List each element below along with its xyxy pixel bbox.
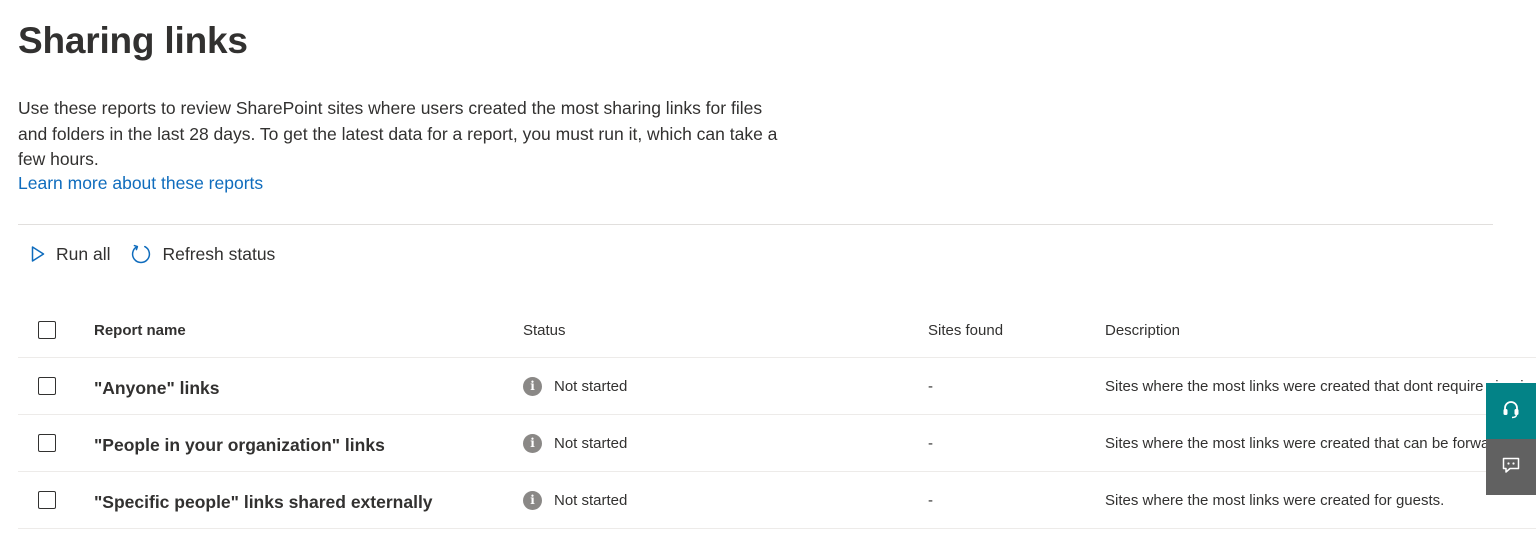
column-header-report-name[interactable]: Report name — [94, 322, 186, 339]
page-title: Sharing links — [18, 20, 248, 61]
page-description: Use these reports to review SharePoint s… — [18, 98, 778, 169]
table-row[interactable]: "Anyone" links i Not started - Sites whe… — [18, 358, 1536, 415]
support-button[interactable] — [1486, 383, 1536, 439]
report-status: Not started — [554, 434, 628, 452]
sites-found: - — [928, 377, 933, 395]
row-checkbox[interactable] — [38, 491, 56, 509]
headset-icon — [1500, 398, 1522, 425]
run-all-label: Run all — [56, 243, 111, 264]
info-icon: i — [523, 376, 542, 396]
report-description: Sites where the most links were created … — [1105, 434, 1520, 452]
reports-table: Report name Status Sites found Descripti… — [18, 303, 1536, 529]
report-name[interactable]: "People in your organization" links — [94, 431, 385, 456]
row-checkbox[interactable] — [38, 377, 56, 395]
learn-more-link[interactable]: Learn more about these reports — [18, 173, 263, 194]
refresh-status-label: Refresh status — [162, 243, 276, 264]
feedback-button[interactable] — [1486, 439, 1536, 495]
report-status: Not started — [554, 377, 628, 395]
row-checkbox[interactable] — [38, 434, 56, 452]
info-icon: i — [523, 490, 542, 510]
table-row[interactable]: "Specific people" links shared externall… — [18, 472, 1536, 529]
play-icon — [30, 245, 46, 263]
refresh-icon — [130, 243, 152, 265]
column-header-status[interactable]: Status — [523, 322, 566, 339]
run-all-button[interactable]: Run all — [30, 240, 110, 268]
report-name[interactable]: "Specific people" links shared externall… — [94, 488, 433, 513]
command-bar: Run all Refresh status — [30, 240, 295, 268]
select-all-checkbox[interactable] — [38, 321, 56, 339]
column-header-sites-found[interactable]: Sites found — [928, 322, 1003, 339]
table-header-row: Report name Status Sites found Descripti… — [18, 303, 1536, 358]
sharing-links-page: Sharing links Use these reports to revie… — [18, 0, 1536, 543]
column-header-description[interactable]: Description — [1105, 322, 1180, 339]
report-description: Sites where the most links were created … — [1105, 491, 1445, 509]
sites-found: - — [928, 491, 933, 509]
refresh-status-button[interactable]: Refresh status — [130, 240, 275, 268]
table-row[interactable]: "People in your organization" links i No… — [18, 415, 1536, 472]
feedback-icon — [1500, 454, 1522, 481]
report-description: Sites where the most links were created … — [1105, 377, 1532, 395]
report-status: Not started — [554, 491, 628, 509]
info-icon: i — [523, 433, 542, 453]
sites-found: - — [928, 434, 933, 452]
divider — [18, 224, 1493, 225]
report-name[interactable]: "Anyone" links — [94, 374, 220, 399]
